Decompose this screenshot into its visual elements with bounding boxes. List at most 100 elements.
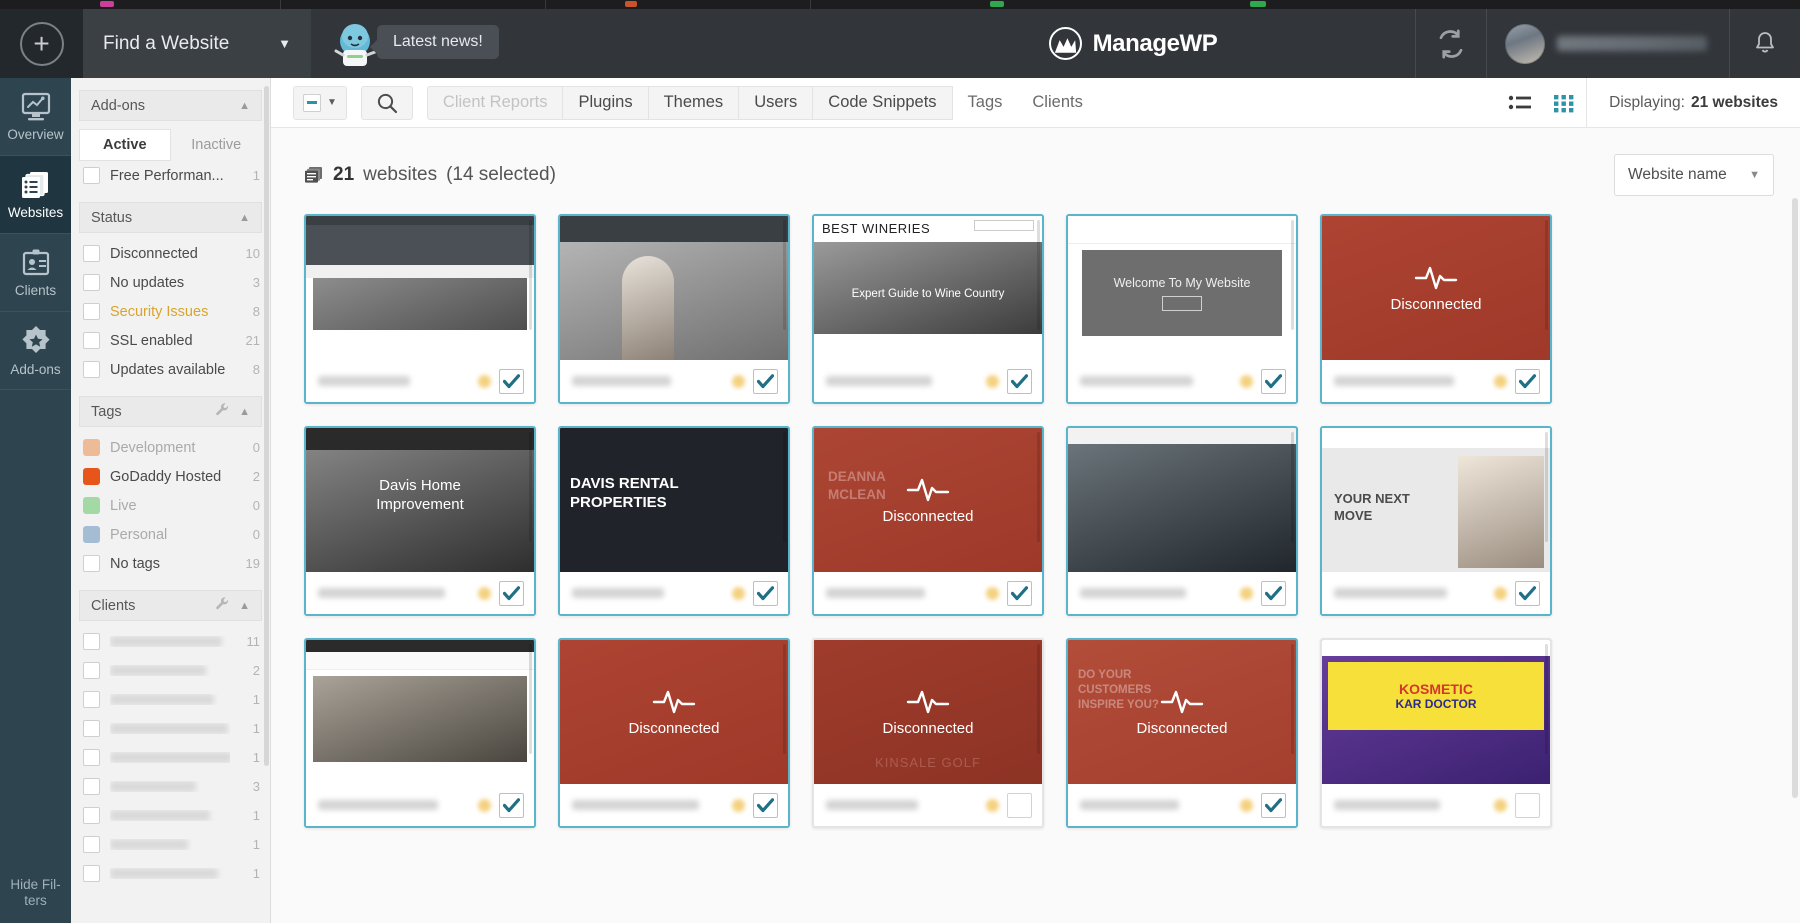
website-thumbnail[interactable]: DAVIS RENTALPROPERTIES (560, 428, 788, 572)
website-select-checkbox[interactable] (1261, 793, 1286, 818)
add-website-cell[interactable]: + (0, 9, 83, 78)
sync-button[interactable] (1415, 9, 1487, 78)
filter-item-tag-personal[interactable]: Personal 0 (71, 520, 270, 549)
addons-tab-active[interactable]: Active (79, 129, 171, 161)
select-all-dropdown[interactable]: ▼ (293, 86, 347, 120)
website-thumbnail[interactable]: DO YOURCUSTOMERSINSPIRE YOU?Disconnected (1068, 640, 1296, 784)
wrench-icon[interactable] (215, 596, 230, 615)
checkbox[interactable] (83, 865, 100, 882)
wrench-icon[interactable] (215, 402, 230, 421)
filter-section-status-header[interactable]: Status ▲ (79, 202, 262, 233)
checkbox[interactable] (83, 691, 100, 708)
website-card[interactable]: Disconnected (558, 638, 790, 828)
website-select-checkbox[interactable] (499, 369, 524, 394)
hide-filters-button[interactable]: Hide Fil- ters (0, 877, 71, 909)
user-menu[interactable] (1487, 9, 1730, 78)
website-select-checkbox[interactable] (1515, 369, 1540, 394)
website-thumbnail[interactable] (560, 216, 788, 360)
website-select-checkbox[interactable] (1261, 581, 1286, 606)
website-select-checkbox[interactable] (753, 793, 778, 818)
latest-news-zone[interactable]: Latest news! (311, 9, 851, 78)
filter-item-security-issues[interactable]: Security Issues 8 (71, 297, 270, 326)
tab-clients[interactable]: Clients (1017, 86, 1097, 120)
website-card[interactable]: KINSALE GOLFDisconnected (812, 638, 1044, 828)
website-select-checkbox[interactable] (499, 581, 524, 606)
checkbox[interactable] (83, 633, 100, 650)
website-card[interactable]: Disconnected (1320, 214, 1552, 404)
website-card[interactable] (1066, 426, 1298, 616)
tab-tags[interactable]: Tags (953, 86, 1018, 120)
website-select-checkbox[interactable] (753, 581, 778, 606)
sort-by-dropdown[interactable]: Website name ▼ (1614, 154, 1774, 196)
website-card[interactable]: Davis HomeImprovement (304, 426, 536, 616)
website-card[interactable]: DAVIS RENTALPROPERTIES (558, 426, 790, 616)
website-thumbnail[interactable]: Disconnected (560, 640, 788, 784)
tab-users[interactable]: Users (739, 86, 813, 120)
plus-icon[interactable]: + (20, 22, 64, 66)
filter-item-client[interactable]: 11 (71, 627, 270, 656)
sidebar-item-clients[interactable]: Clients (0, 234, 71, 312)
website-thumbnail[interactable]: BEST WINERIESExpert Guide to Wine Countr… (814, 216, 1042, 360)
checkbox[interactable] (83, 167, 100, 184)
grid-view-button[interactable] (1542, 78, 1586, 128)
website-thumbnail[interactable]: KOSMETICKAR DOCTOR (1322, 640, 1550, 784)
filter-item-free-performance[interactable]: Free Performan... 1 (71, 161, 270, 190)
filter-item-client[interactable]: 1 (71, 801, 270, 830)
filter-section-clients-header[interactable]: Clients ▲ (79, 590, 262, 621)
tab-themes[interactable]: Themes (649, 86, 740, 120)
website-thumbnail[interactable]: Davis HomeImprovement (306, 428, 534, 572)
website-select-checkbox[interactable] (1007, 581, 1032, 606)
filter-item-client[interactable]: 1 (71, 743, 270, 772)
website-select-checkbox[interactable] (1007, 369, 1032, 394)
notifications-button[interactable] (1730, 9, 1800, 78)
filter-item-client[interactable]: 2 (71, 656, 270, 685)
website-select-checkbox[interactable] (499, 793, 524, 818)
tab-code-snippets[interactable]: Code Snippets (813, 86, 952, 120)
website-card[interactable]: DEANNAMCLEANDisconnected (812, 426, 1044, 616)
checkbox[interactable] (83, 361, 100, 378)
main-scrollbar[interactable] (1792, 198, 1798, 798)
filter-item-disconnected[interactable]: Disconnected 10 (71, 239, 270, 268)
filter-panel-scrollbar[interactable] (264, 86, 269, 766)
website-thumbnail[interactable]: KINSALE GOLFDisconnected (814, 640, 1042, 784)
filter-item-tag-live[interactable]: Live 0 (71, 491, 270, 520)
sidebar-item-overview[interactable]: Overview (0, 78, 71, 156)
checkbox[interactable] (83, 749, 100, 766)
sidebar-item-websites[interactable]: Websites (0, 156, 71, 234)
website-select-checkbox[interactable] (1515, 793, 1540, 818)
website-select-checkbox[interactable] (1261, 369, 1286, 394)
filter-item-tag-development[interactable]: Development 0 (71, 433, 270, 462)
indeterminate-checkbox[interactable] (303, 94, 321, 112)
sidebar-item-addons[interactable]: Add-ons (0, 312, 71, 390)
search-button[interactable] (361, 86, 413, 120)
website-thumbnail[interactable]: Welcome To My Website (1068, 216, 1296, 360)
filter-section-tags-header[interactable]: Tags ▲ (79, 396, 262, 427)
filter-item-updates-available[interactable]: Updates available 8 (71, 355, 270, 384)
website-select-checkbox[interactable] (1515, 581, 1540, 606)
checkbox[interactable] (83, 662, 100, 679)
checkbox[interactable] (83, 332, 100, 349)
website-thumbnail[interactable] (306, 216, 534, 360)
find-a-website-dropdown[interactable]: Find a Website ▼ (83, 9, 311, 78)
website-card[interactable]: YOUR NEXTMOVE (1320, 426, 1552, 616)
filter-item-client[interactable]: 1 (71, 714, 270, 743)
filter-item-client[interactable]: 1 (71, 859, 270, 888)
website-thumbnail[interactable]: YOUR NEXTMOVE (1322, 428, 1550, 572)
checkbox[interactable] (83, 720, 100, 737)
website-card[interactable] (304, 214, 536, 404)
website-thumbnail[interactable] (306, 640, 534, 784)
checkbox[interactable] (83, 555, 100, 572)
website-card[interactable] (304, 638, 536, 828)
filter-item-tag-godaddy-hosted[interactable]: GoDaddy Hosted 2 (71, 462, 270, 491)
website-select-checkbox[interactable] (753, 369, 778, 394)
checkbox[interactable] (83, 303, 100, 320)
checkbox[interactable] (83, 836, 100, 853)
checkbox[interactable] (83, 245, 100, 262)
addons-tab-inactive[interactable]: Inactive (171, 129, 263, 161)
tab-plugins[interactable]: Plugins (563, 86, 648, 120)
website-card[interactable]: KOSMETICKAR DOCTOR (1320, 638, 1552, 828)
website-thumbnail[interactable]: Disconnected (1322, 216, 1550, 360)
filter-item-client[interactable]: 3 (71, 772, 270, 801)
website-card[interactable]: Welcome To My Website (1066, 214, 1298, 404)
filter-item-client[interactable]: 1 (71, 830, 270, 859)
